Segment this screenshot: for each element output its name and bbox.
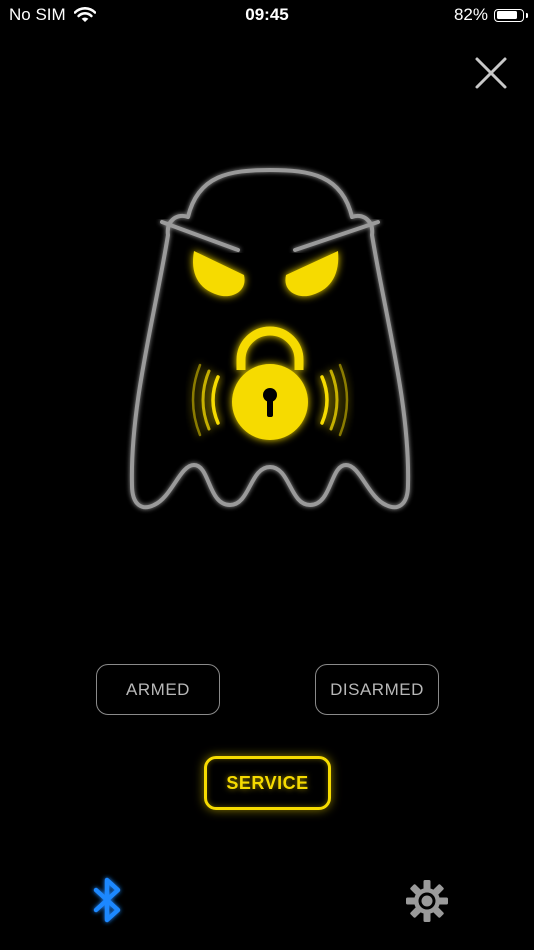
- service-button[interactable]: SERVICE: [204, 756, 331, 810]
- ghost-right-brow: [293, 220, 380, 252]
- battery-percent: 82%: [453, 5, 488, 24]
- signal-waves-left: [191, 363, 220, 437]
- battery-fill: [496, 11, 517, 19]
- battery-icon: [494, 8, 528, 22]
- disarmed-button[interactable]: DISARMED: [315, 664, 439, 715]
- ghost-right-eye: [285, 251, 339, 297]
- ghost-lock-icon: [129, 168, 411, 510]
- signal-waves-right: [320, 363, 349, 437]
- status-bar: No SIM 09:45 82%: [0, 0, 534, 32]
- armed-button[interactable]: ARMED: [96, 664, 220, 715]
- ghost-left-eye: [193, 251, 245, 297]
- bluetooth-icon: [93, 877, 121, 923]
- battery-cap: [525, 12, 528, 18]
- gear-icon: [406, 880, 448, 922]
- settings-button[interactable]: [404, 878, 450, 924]
- close-icon: [475, 57, 507, 89]
- status-right: 82%: [453, 5, 528, 25]
- ghost-left-brow: [160, 220, 240, 252]
- bluetooth-button[interactable]: [82, 874, 132, 926]
- padlock-icon: [232, 326, 308, 440]
- close-button[interactable]: [468, 50, 514, 96]
- ghost-outline: [129, 168, 411, 510]
